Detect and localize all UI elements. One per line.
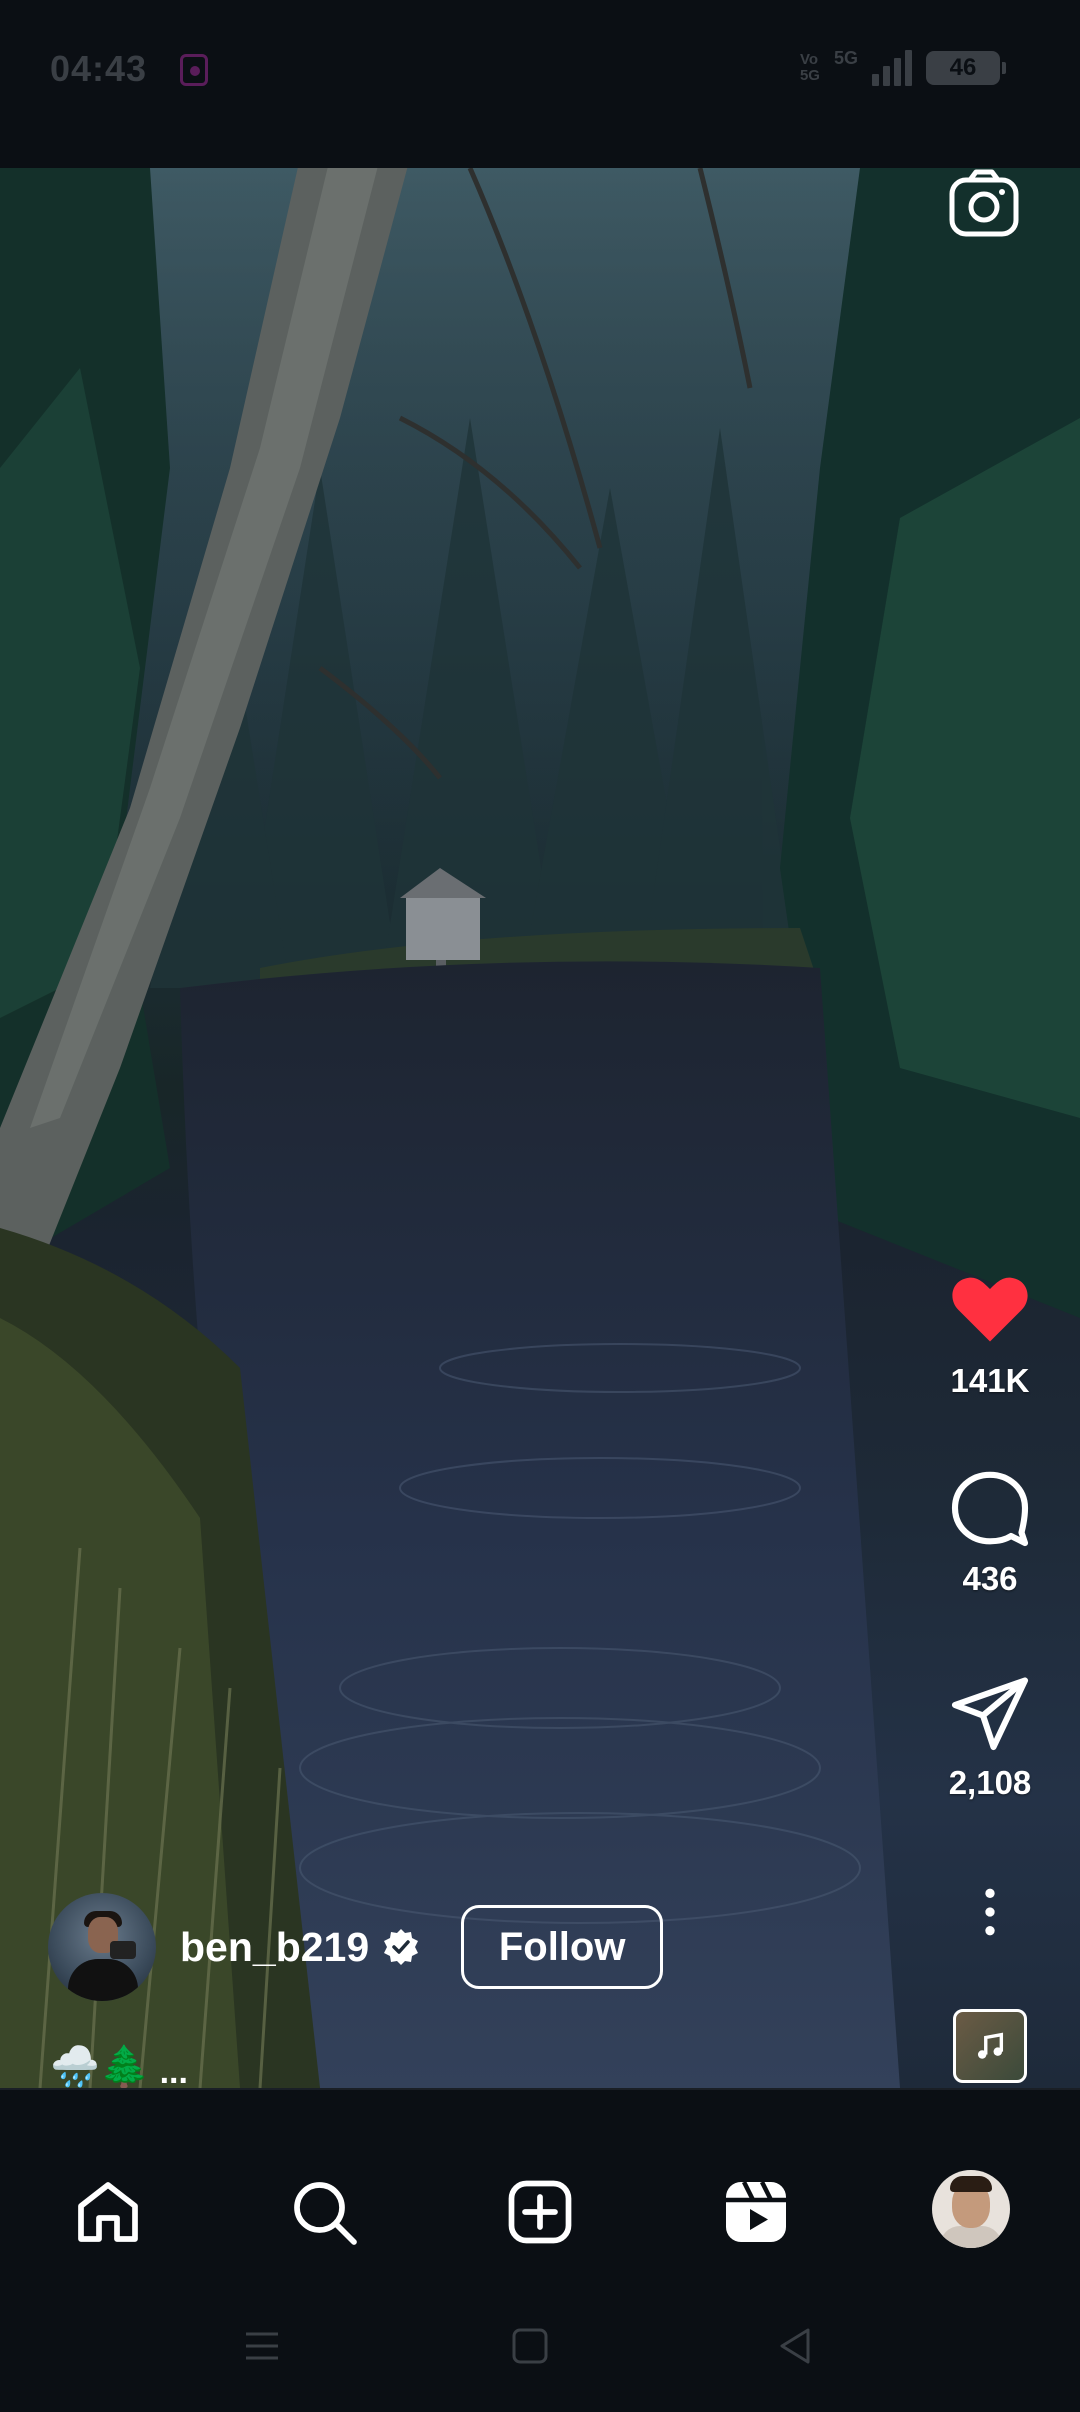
author-avatar[interactable] — [48, 1893, 156, 2001]
nav-search[interactable] — [284, 2176, 364, 2256]
music-note-icon — [977, 2032, 1004, 2059]
verified-badge-icon — [384, 1929, 419, 1965]
comment-action[interactable]: 436 — [920, 1466, 1060, 1598]
system-navigation — [0, 2288, 1080, 2412]
menu-icon[interactable] — [240, 2324, 284, 2368]
home-square-icon[interactable] — [508, 2324, 552, 2368]
nav-create[interactable] — [500, 2176, 580, 2256]
battery-icon: 46 — [926, 51, 1006, 85]
create-icon — [508, 2180, 572, 2244]
reels-icon — [726, 2180, 786, 2242]
audio-track-button[interactable] — [953, 2009, 1027, 2083]
bottom-navigation — [0, 2088, 1080, 2288]
share-count: 2,108 — [948, 1764, 1032, 1801]
nav-profile-avatar[interactable] — [932, 2170, 1010, 2248]
caption-text: 🌧️🌲 — [50, 2045, 150, 2089]
caption-more[interactable]: ... — [160, 2053, 188, 2092]
search-icon — [294, 2182, 357, 2245]
status-time: 04:43 — [50, 48, 148, 89]
signal-strength-icon — [872, 50, 912, 86]
volte-indicator: Vo 5G — [799, 51, 820, 84]
send-icon[interactable] — [948, 1670, 1032, 1754]
follow-button[interactable]: Follow — [461, 1905, 664, 1989]
status-indicators: Vo 5G 5G 46 — [799, 47, 1006, 86]
like-action[interactable]: 141K — [920, 1268, 1060, 1400]
more-options[interactable] — [920, 1880, 1060, 1944]
comment-icon[interactable] — [948, 1466, 1032, 1550]
reel-video[interactable] — [0, 168, 1080, 2088]
nav-home[interactable] — [68, 2176, 148, 2256]
status-bar: 04:43 Vo 5G 5G 46 — [0, 0, 1080, 168]
more-vertical-icon[interactable] — [948, 1880, 1032, 1944]
forest-lake-image — [0, 168, 1080, 2088]
share-action[interactable]: 2,108 — [920, 1670, 1060, 1802]
nav-reels[interactable] — [716, 2176, 796, 2256]
author-row: ben_b219 Follow — [48, 1893, 664, 2001]
home-icon — [78, 2182, 138, 2242]
heart-icon[interactable] — [948, 1268, 1032, 1352]
network-type: 5G — [833, 47, 858, 68]
back-icon[interactable] — [774, 2324, 818, 2368]
like-count: 141K — [950, 1362, 1030, 1399]
camera-icon[interactable] — [948, 168, 1020, 240]
author-username[interactable]: ben_b219 — [180, 1924, 369, 1971]
comment-count: 436 — [962, 1560, 1018, 1597]
battery-level: 46 — [949, 54, 977, 81]
screen-record-icon — [180, 54, 208, 86]
caption[interactable]: 🌧️🌲 ... — [50, 2043, 188, 2092]
